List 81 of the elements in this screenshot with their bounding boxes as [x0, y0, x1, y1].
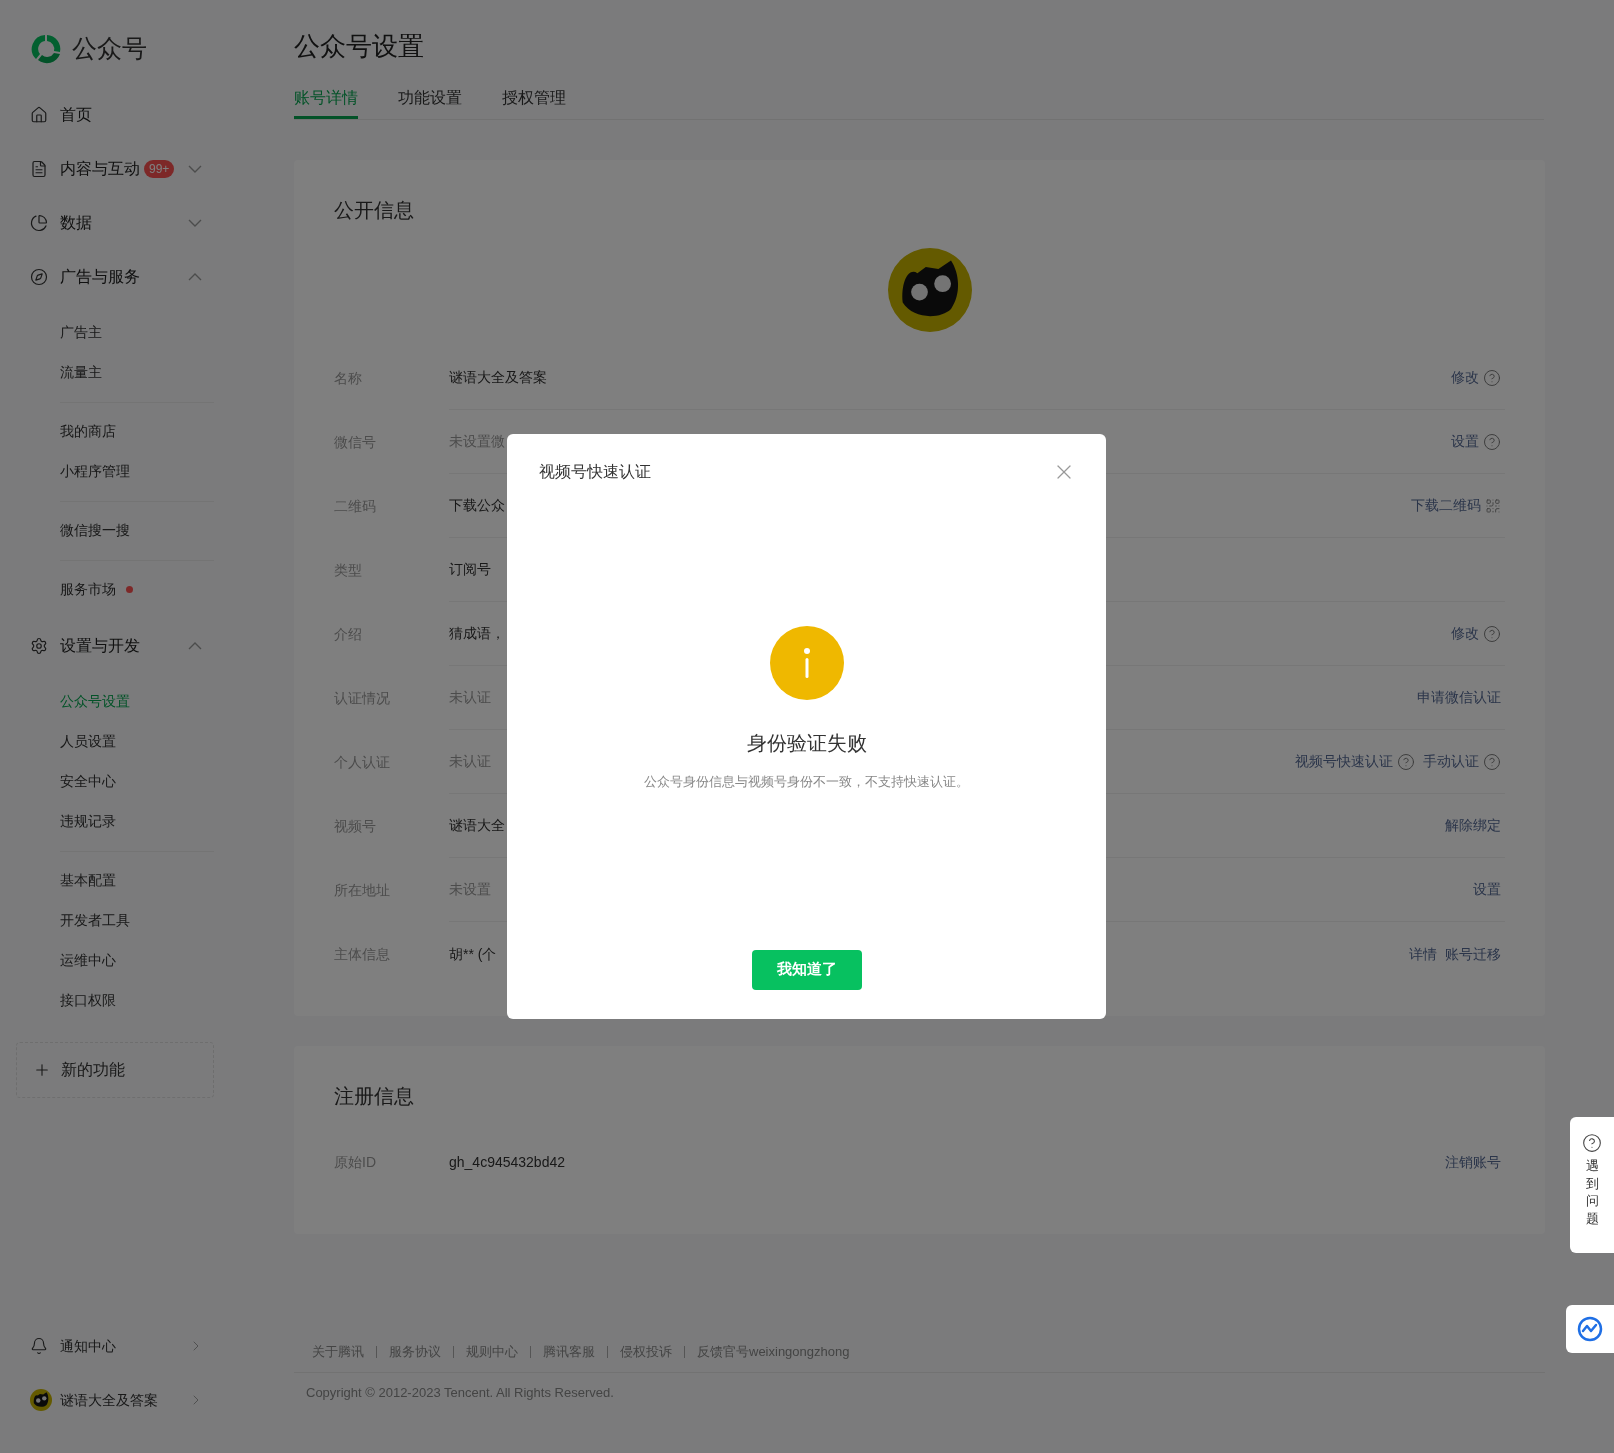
count-badge: 99+	[144, 159, 175, 178]
bell-icon	[30, 1337, 48, 1355]
field-value: 订阅号	[449, 560, 491, 579]
dialog-message: 公众号身份信息与视频号身份不一致，不支持快速认证。	[644, 773, 969, 791]
section-title: 注册信息	[334, 1084, 415, 1109]
tab[interactable]: 授权管理	[502, 86, 566, 119]
nav-item[interactable]: 微信搜一搜	[60, 520, 130, 541]
brand-name: 公众号	[72, 33, 147, 64]
nav-item[interactable]: 小程序管理	[60, 461, 130, 482]
tab[interactable]: 账号详情	[294, 86, 358, 119]
tab[interactable]: 功能设置	[398, 86, 462, 119]
help-widget[interactable]: 遇到问题	[1570, 1117, 1614, 1253]
nav-section[interactable]: 首页	[30, 87, 214, 142]
nav-item[interactable]: 接口权限	[60, 990, 116, 1011]
nav-section[interactable]: 数据	[30, 195, 214, 250]
nav-label: 首页	[60, 104, 92, 125]
nav-icon	[30, 213, 48, 232]
field-value: gh_4c945432bd42	[449, 1152, 565, 1172]
avatar	[30, 1389, 52, 1411]
help-icon[interactable]	[1483, 368, 1501, 387]
field-value: 下载公众	[449, 496, 505, 515]
nav-label: 内容与互动	[60, 158, 140, 179]
nav-item[interactable]: 我的商店	[60, 421, 116, 442]
help-icon[interactable]	[1483, 432, 1501, 451]
help-icon[interactable]	[1483, 752, 1501, 771]
nav-section[interactable]: 内容与互动 99+	[30, 141, 214, 196]
section-title: 公开信息	[334, 198, 415, 223]
action-link[interactable]: 视频号快速认证	[1295, 751, 1393, 772]
action-link[interactable]: 设置	[1473, 879, 1501, 900]
dialog-title: 视频号快速认证	[539, 462, 651, 482]
nav-item[interactable]: 开发者工具	[60, 910, 130, 931]
assistant-icon	[1577, 1316, 1603, 1342]
chevron-up-icon	[188, 272, 202, 281]
nav-label: 设置与开发	[60, 635, 140, 656]
notification-center[interactable]: 通知中心	[30, 1319, 214, 1373]
nav-item[interactable]: 安全中心	[60, 771, 116, 792]
action-link[interactable]: 下载二维码	[1411, 495, 1481, 516]
field-value: 谜语大全	[449, 816, 505, 835]
action-link[interactable]: 账号迁移	[1445, 943, 1501, 965]
action-link[interactable]: 设置	[1451, 431, 1479, 452]
copyright-text: Copyright © 2012-2023 Tencent. All Rights Reserved.	[306, 1383, 615, 1402]
account-menu[interactable]: 谜语大全及答案	[30, 1373, 214, 1427]
field-value: 胡** (个	[449, 944, 497, 964]
new-feature-button[interactable]: 新的功能	[16, 1041, 214, 1098]
nav-item[interactable]: 基本配置	[60, 870, 116, 891]
nav-item[interactable]: 运维中心	[60, 950, 116, 971]
help-icon[interactable]	[1397, 752, 1415, 771]
action-link[interactable]: 解除绑定	[1445, 815, 1501, 836]
page-title: 公众号设置	[294, 30, 425, 63]
nav-icon	[30, 159, 48, 178]
nav-item[interactable]: 违规记录	[60, 811, 116, 832]
dialog-heading: 身份验证失败	[746, 731, 867, 756]
action-link[interactable]: 修改	[1451, 367, 1479, 388]
chevron-down-icon	[188, 164, 202, 173]
nav-label: 广告与服务	[60, 266, 140, 287]
nav-item[interactable]: 服务市场	[60, 579, 116, 600]
confirm-button[interactable]: 我知道了	[751, 949, 862, 990]
field-value: 猜成语，	[449, 624, 505, 643]
assistant-button[interactable]	[1566, 1305, 1614, 1353]
nav-section[interactable]: 广告与服务	[30, 249, 214, 304]
action-link[interactable]: 修改	[1451, 623, 1479, 644]
action-link[interactable]: 手动认证	[1423, 751, 1479, 772]
nav-item[interactable]: 广告主	[60, 322, 102, 343]
help-icon	[1582, 1133, 1602, 1153]
info-icon	[769, 626, 844, 700]
nav-icon	[30, 636, 48, 655]
nav-icon	[30, 105, 48, 124]
qr-code-icon[interactable]	[1485, 497, 1501, 514]
nav-icon	[30, 267, 48, 286]
nav-item[interactable]: 公众号设置	[60, 691, 130, 712]
action-link[interactable]: 详情	[1409, 943, 1437, 965]
field-value: 谜语大全及答案	[449, 368, 547, 387]
nav-item[interactable]: 人员设置	[60, 731, 116, 752]
nav-item[interactable]: 流量主	[60, 362, 102, 383]
action-link[interactable]: 申请微信认证	[1417, 687, 1501, 708]
chevron-up-icon	[188, 641, 202, 650]
nav-label: 数据	[60, 212, 92, 233]
nav-section[interactable]: 设置与开发	[30, 618, 214, 673]
help-icon[interactable]	[1483, 624, 1501, 643]
chevron-down-icon	[188, 218, 202, 227]
action-link[interactable]: 注销账号	[1445, 1151, 1501, 1173]
